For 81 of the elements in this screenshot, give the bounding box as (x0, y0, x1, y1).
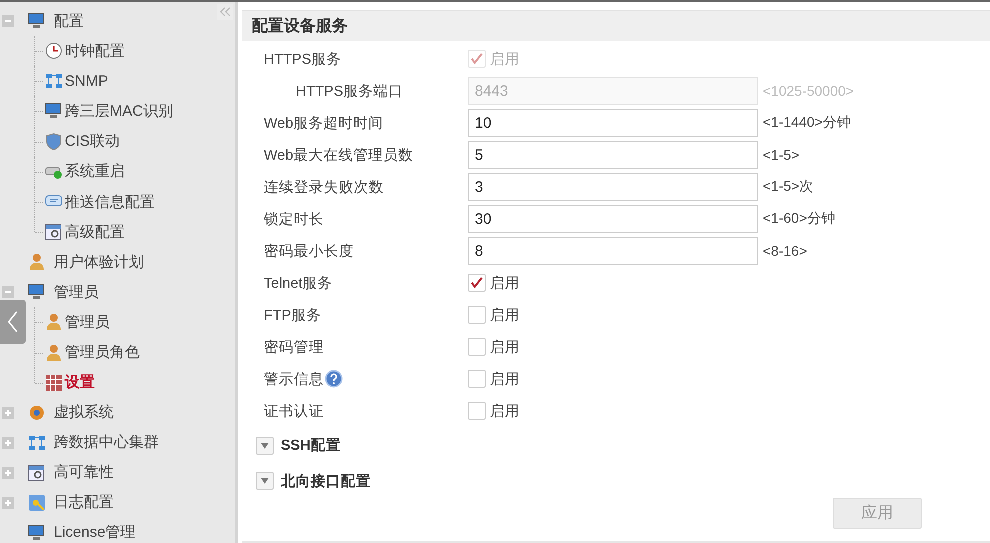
expand-toggle-icon[interactable] (2, 496, 14, 509)
panel-title: 配置设备服务 (252, 16, 348, 37)
text-input-field[interactable]: 3 (468, 173, 758, 202)
field-label: HTTPS服务端口 (295, 82, 404, 101)
tree-item[interactable]: 跨三层MAC识别 (65, 102, 174, 121)
tree-item[interactable]: 管理员 (54, 282, 99, 302)
tree-item[interactable]: 跨数据中心集群 (54, 433, 159, 452)
text-input-field[interactable]: 10 (468, 109, 758, 138)
range-hint: <1-60>分钟 (763, 210, 836, 228)
text-input-field[interactable]: 8 (468, 237, 758, 266)
field-label: FTP服务 (264, 306, 322, 325)
tree-item[interactable]: 日志配置 (54, 493, 114, 512)
tree-item[interactable]: SNMP (65, 72, 108, 90)
person-icon (45, 344, 63, 362)
range-hint: <1-1440>分钟 (763, 114, 851, 132)
collapse-icon[interactable] (217, 4, 233, 20)
expand-toggle-icon[interactable] (2, 466, 14, 479)
tree-item[interactable]: License管理 (54, 523, 136, 542)
help-icon[interactable] (325, 370, 343, 388)
field-label: 连续登录失败次数 (264, 178, 384, 197)
text-input-field[interactable]: 30 (468, 205, 758, 234)
checkbox[interactable] (468, 370, 486, 388)
person-icon (28, 253, 46, 272)
tree-item[interactable]: 管理员 (65, 312, 110, 332)
network-icon (45, 72, 63, 90)
calendar-icon (28, 464, 46, 482)
tree-item[interactable]: 管理员角色 (65, 343, 140, 362)
collapse-toggle-icon[interactable] (2, 286, 14, 298)
field-label: 密码管理 (264, 338, 324, 357)
range-hint: <8-16> (763, 243, 808, 260)
field-label: 证书认证 (264, 402, 324, 421)
expand-toggle-icon[interactable] (2, 406, 14, 419)
tree-item[interactable]: 虚拟系统 (54, 403, 114, 422)
field-label: 锁定时长 (264, 210, 324, 229)
tree-item[interactable]: 系统重启 (65, 162, 125, 182)
collapse-toggle-icon[interactable] (2, 15, 14, 27)
text-input-field[interactable]: 5 (468, 141, 758, 170)
monitor-icon (45, 102, 63, 120)
checkbox-label: 启用 (490, 338, 520, 357)
field-label: Web服务超时时间 (264, 114, 384, 133)
section-title[interactable]: SSH配置 (281, 436, 341, 456)
field-label: Telnet服务 (264, 274, 333, 293)
field-label: 密码最小长度 (264, 242, 354, 261)
checkbox[interactable] (468, 274, 486, 292)
expand-toggle-icon[interactable] (2, 436, 14, 449)
network-icon (28, 434, 46, 452)
checkbox-label: 启用 (490, 274, 520, 293)
tree-item[interactable]: 时钟配置 (65, 42, 125, 61)
calendar-icon (45, 223, 63, 242)
range-hint: <1025-50000> (763, 83, 854, 100)
clock-icon (45, 42, 63, 60)
field-label: Web最大在线管理员数 (264, 146, 414, 165)
range-hint: <1-5> (763, 147, 800, 164)
range-hint: <1-5>次 (763, 178, 814, 196)
monitor-icon (28, 524, 46, 542)
expand-icon[interactable] (256, 436, 274, 455)
checkbox[interactable] (468, 306, 486, 324)
tree-item[interactable]: 高可靠性 (54, 463, 114, 482)
field-label: HTTPS服务 (264, 50, 342, 69)
tree-item[interactable]: 高级配置 (65, 222, 125, 242)
tree-item[interactable]: CIS联动 (65, 132, 120, 152)
monitor-icon (28, 283, 46, 302)
person-icon (45, 313, 63, 332)
shield-icon (45, 132, 63, 151)
expand-icon[interactable] (256, 472, 274, 490)
section-title[interactable]: 北向接口配置 (281, 472, 371, 491)
grid-icon (45, 374, 63, 392)
tree-item[interactable]: 设置 (65, 373, 95, 392)
tree-item[interactable]: 用户体验计划 (54, 252, 144, 272)
checkbox[interactable] (468, 338, 486, 356)
checkbox[interactable] (468, 402, 486, 420)
checkbox-label: 启用 (490, 306, 520, 325)
checkbox-label: 启用 (490, 370, 520, 389)
checkbox-label: 启用 (490, 402, 520, 421)
checkbox-label: 启用 (490, 50, 520, 69)
tree-item[interactable]: 推送信息配置 (65, 192, 155, 212)
tree-item[interactable]: 配置 (54, 12, 84, 30)
monitor-icon (28, 12, 46, 30)
back-handle-icon[interactable] (0, 300, 26, 344)
key-icon (28, 494, 46, 512)
field-label: 警示信息 (264, 370, 324, 389)
